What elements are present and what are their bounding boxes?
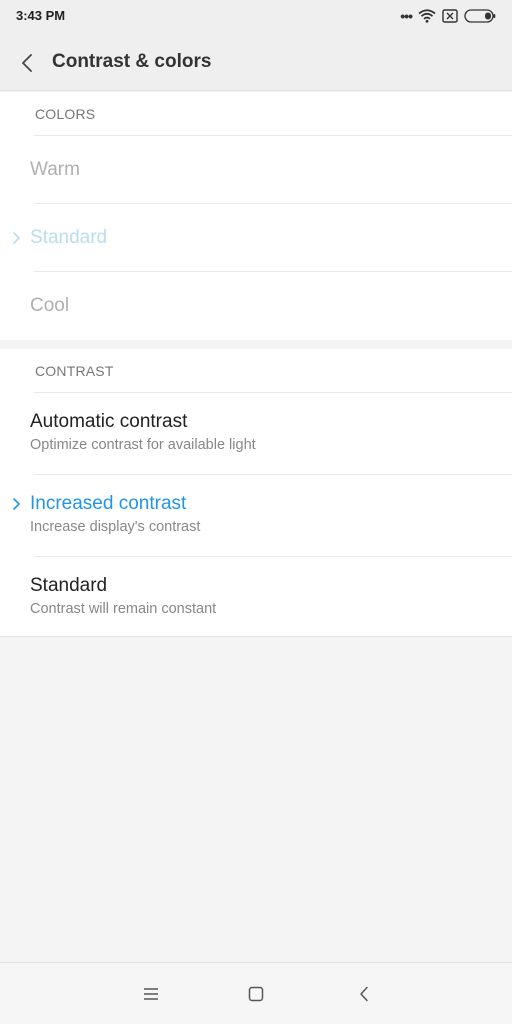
status-icons: •••: [400, 7, 496, 25]
section-header-contrast: CONTRAST: [35, 363, 114, 379]
contrast-option-standard[interactable]: Standard Contrast will remain constant: [0, 557, 512, 638]
color-option-standard[interactable]: Standard: [0, 204, 512, 271]
selected-chevron-icon: [13, 498, 20, 510]
contrast-section: CONTRAST Automatic contrast Optimize con…: [0, 349, 512, 637]
chevron-left-icon: [22, 54, 32, 72]
nav-bar: [0, 962, 512, 1024]
back-button[interactable]: [12, 48, 42, 78]
option-label: Standard: [30, 575, 108, 596]
option-label: Standard: [30, 227, 108, 248]
option-label: Increased contrast: [30, 493, 187, 514]
contrast-option-automatic[interactable]: Automatic contrast Optimize contrast for…: [0, 393, 512, 474]
home-button[interactable]: [244, 982, 268, 1006]
nav-back-button[interactable]: [352, 982, 376, 1006]
battery-icon: [464, 9, 496, 23]
page-title: Contrast & colors: [52, 51, 212, 72]
contrast-option-increased[interactable]: Increased contrast Increase display's co…: [0, 475, 512, 556]
option-subtitle: Increase display's contrast: [30, 519, 201, 535]
status-bar: 3:43 PM •••: [0, 0, 512, 34]
color-option-cool[interactable]: Cool: [0, 272, 512, 339]
app-bar: Contrast & colors: [0, 34, 512, 91]
option-label: Warm: [30, 159, 80, 180]
sim-off-icon: [442, 9, 458, 23]
section-header-colors: COLORS: [35, 106, 96, 122]
option-label: Cool: [30, 295, 70, 316]
home-icon: [248, 986, 264, 1002]
menu-button[interactable]: [139, 982, 163, 1006]
back-icon: [360, 986, 368, 1002]
status-time: 3:43 PM: [16, 8, 66, 23]
color-option-warm[interactable]: Warm: [0, 136, 512, 203]
option-label: Automatic contrast: [30, 411, 188, 432]
option-subtitle: Contrast will remain constant: [30, 601, 217, 617]
menu-icon: [144, 988, 158, 1000]
colors-section: COLORS Warm Standard Cool: [0, 92, 512, 340]
wifi-icon: [418, 9, 436, 23]
option-subtitle: Optimize contrast for available light: [30, 437, 256, 453]
more-dots-icon: •••: [400, 8, 413, 24]
selected-chevron-icon: [13, 232, 20, 244]
